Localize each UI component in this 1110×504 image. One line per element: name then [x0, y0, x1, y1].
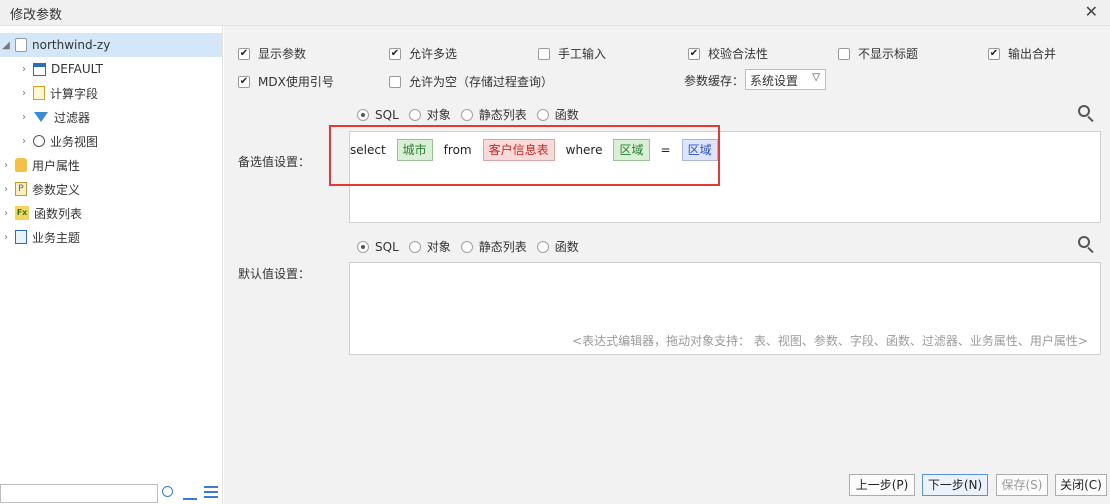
- search-icon: [33, 135, 45, 147]
- save-button[interactable]: 保存(S): [996, 474, 1048, 496]
- database-icon: [15, 38, 27, 52]
- editor-hint: <表达式编辑器，拖动对象支持： 表、视图、参数、字段、函数、过滤器、业务属性、用…: [572, 334, 1088, 348]
- checkbox-unchecked[interactable]: [538, 47, 550, 60]
- show-params-checkbox[interactable]: ✔ 显示参数: [238, 45, 306, 62]
- tree-item-default[interactable]: › DEFAULT: [0, 57, 222, 81]
- candidate-source-radios: SQL 对象 静态列表 函数: [357, 106, 589, 123]
- tree-item-user-attributes[interactable]: › 用户属性: [0, 153, 222, 177]
- tree-root-node[interactable]: ◢ northwind-zy: [0, 33, 222, 57]
- checkbox-checked[interactable]: ✔: [238, 47, 250, 60]
- radio-static-list[interactable]: 静态列表: [460, 106, 527, 123]
- next-button[interactable]: 下一步(N): [922, 474, 988, 496]
- expand-arrow-icon[interactable]: ›: [18, 64, 30, 75]
- fx-icon: Fx: [15, 206, 29, 220]
- prev-button[interactable]: 上一步(P): [849, 474, 915, 496]
- tree-item-filters[interactable]: › 过滤器: [0, 105, 222, 129]
- search-icon[interactable]: [1078, 105, 1090, 117]
- default-source-radios: SQL 对象 静态列表 函数: [357, 238, 589, 255]
- radio-function[interactable]: 函数: [536, 238, 579, 255]
- expand-arrow-icon[interactable]: ›: [0, 184, 12, 195]
- param-settings-panel: ✔ 显示参数 ✔ 允许多选 手工输入 ✔ 校验合法性 不显示标题 ✔ 输出合并 …: [224, 26, 1110, 464]
- expand-arrow-icon[interactable]: ›: [0, 208, 12, 219]
- expand-arrow-icon[interactable]: ›: [0, 160, 12, 171]
- checkbox-checked[interactable]: ✔: [389, 47, 401, 60]
- tree-search-input[interactable]: [0, 484, 158, 503]
- tree-item-param-defs[interactable]: › P 参数定义: [0, 177, 222, 201]
- default-expression-editor[interactable]: <表达式编辑器，拖动对象支持： 表、视图、参数、字段、函数、过滤器、业务属性、用…: [349, 262, 1101, 355]
- tree-item-label: DEFAULT: [51, 62, 103, 76]
- table-icon: [33, 62, 46, 76]
- cache-label: 参数缓存：: [684, 74, 745, 88]
- close-button[interactable]: 关闭(C): [1055, 474, 1107, 496]
- tree-item-label: 计算字段: [50, 86, 99, 101]
- output-merge-checkbox[interactable]: ✔ 输出合并: [988, 45, 1056, 62]
- mdx-quote-checkbox[interactable]: ✔ MDX使用引号: [238, 73, 334, 90]
- close-icon[interactable]: ✕: [1085, 2, 1098, 22]
- expand-arrow-icon[interactable]: ›: [18, 136, 30, 147]
- checkbox-unchecked[interactable]: [838, 47, 850, 60]
- search-icon[interactable]: [162, 486, 173, 497]
- chevron-down-icon[interactable]: ▽: [812, 72, 820, 83]
- candidate-label: 备选值设置：: [238, 155, 311, 169]
- tree-view-icon[interactable]: [183, 486, 197, 500]
- radio-static-list[interactable]: 静态列表: [460, 238, 527, 255]
- filter-icon: [34, 112, 48, 122]
- checkbox-checked[interactable]: ✔: [688, 47, 700, 60]
- highlight-box: [329, 125, 720, 186]
- manual-input-checkbox[interactable]: 手工输入: [538, 45, 606, 62]
- multi-select-checkbox[interactable]: ✔ 允许多选: [389, 45, 457, 62]
- calc-field-icon: [33, 86, 45, 100]
- radio-object[interactable]: 对象: [408, 238, 451, 255]
- tree-item-label: 业务视图: [50, 134, 99, 149]
- cache-select[interactable]: 系统设置 ▽: [745, 69, 826, 90]
- expand-arrow-icon[interactable]: ›: [0, 232, 12, 243]
- theme-icon: [15, 230, 27, 244]
- search-icon[interactable]: [1078, 236, 1090, 248]
- radio-object[interactable]: 对象: [408, 106, 451, 123]
- tree-item-label: 过滤器: [54, 110, 91, 125]
- checkbox-checked[interactable]: ✔: [988, 47, 1000, 60]
- window-title: 修改参数: [10, 8, 63, 23]
- title-bar: 修改参数 ✕: [0, 0, 1110, 26]
- tree-item-label: 业务主题: [32, 230, 81, 245]
- tree-root-label: northwind-zy: [32, 38, 111, 52]
- radio-sql[interactable]: SQL: [357, 108, 399, 122]
- tree-search-bar: [0, 481, 223, 504]
- dialog-footer: 上一步(P) 下一步(N) 保存(S) 关闭(C): [224, 464, 1110, 504]
- tree-item-business-themes[interactable]: › 业务主题: [0, 225, 222, 249]
- resource-tree-panel: ◢ northwind-zy › DEFAULT › 计算字段 › 过滤器 › …: [0, 26, 223, 504]
- radio-function[interactable]: 函数: [536, 106, 579, 123]
- hand-icon: [15, 158, 27, 172]
- default-label: 默认值设置：: [238, 267, 311, 281]
- list-view-icon[interactable]: [204, 486, 218, 500]
- param-icon: P: [15, 182, 27, 196]
- validate-checkbox[interactable]: ✔ 校验合法性: [688, 45, 768, 62]
- tree-item-label: 用户属性: [32, 158, 81, 173]
- collapse-arrow-icon[interactable]: ◢: [0, 40, 12, 51]
- radio-sql[interactable]: SQL: [357, 240, 399, 254]
- hide-title-checkbox[interactable]: 不显示标题: [838, 45, 918, 62]
- tree-item-functions[interactable]: › Fx 函数列表: [0, 201, 222, 225]
- tree-item-business-views[interactable]: › 业务视图: [0, 129, 222, 153]
- tree-item-label: 参数定义: [32, 182, 81, 197]
- checkbox-checked[interactable]: ✔: [238, 75, 250, 88]
- checkbox-unchecked[interactable]: [389, 75, 401, 88]
- allow-null-checkbox[interactable]: 允许为空（存储过程查询）: [389, 73, 553, 90]
- expand-arrow-icon[interactable]: ›: [18, 112, 30, 123]
- tree-item-calc-fields[interactable]: › 计算字段: [0, 81, 222, 105]
- tree-item-label: 函数列表: [34, 206, 83, 221]
- expand-arrow-icon[interactable]: ›: [18, 88, 30, 99]
